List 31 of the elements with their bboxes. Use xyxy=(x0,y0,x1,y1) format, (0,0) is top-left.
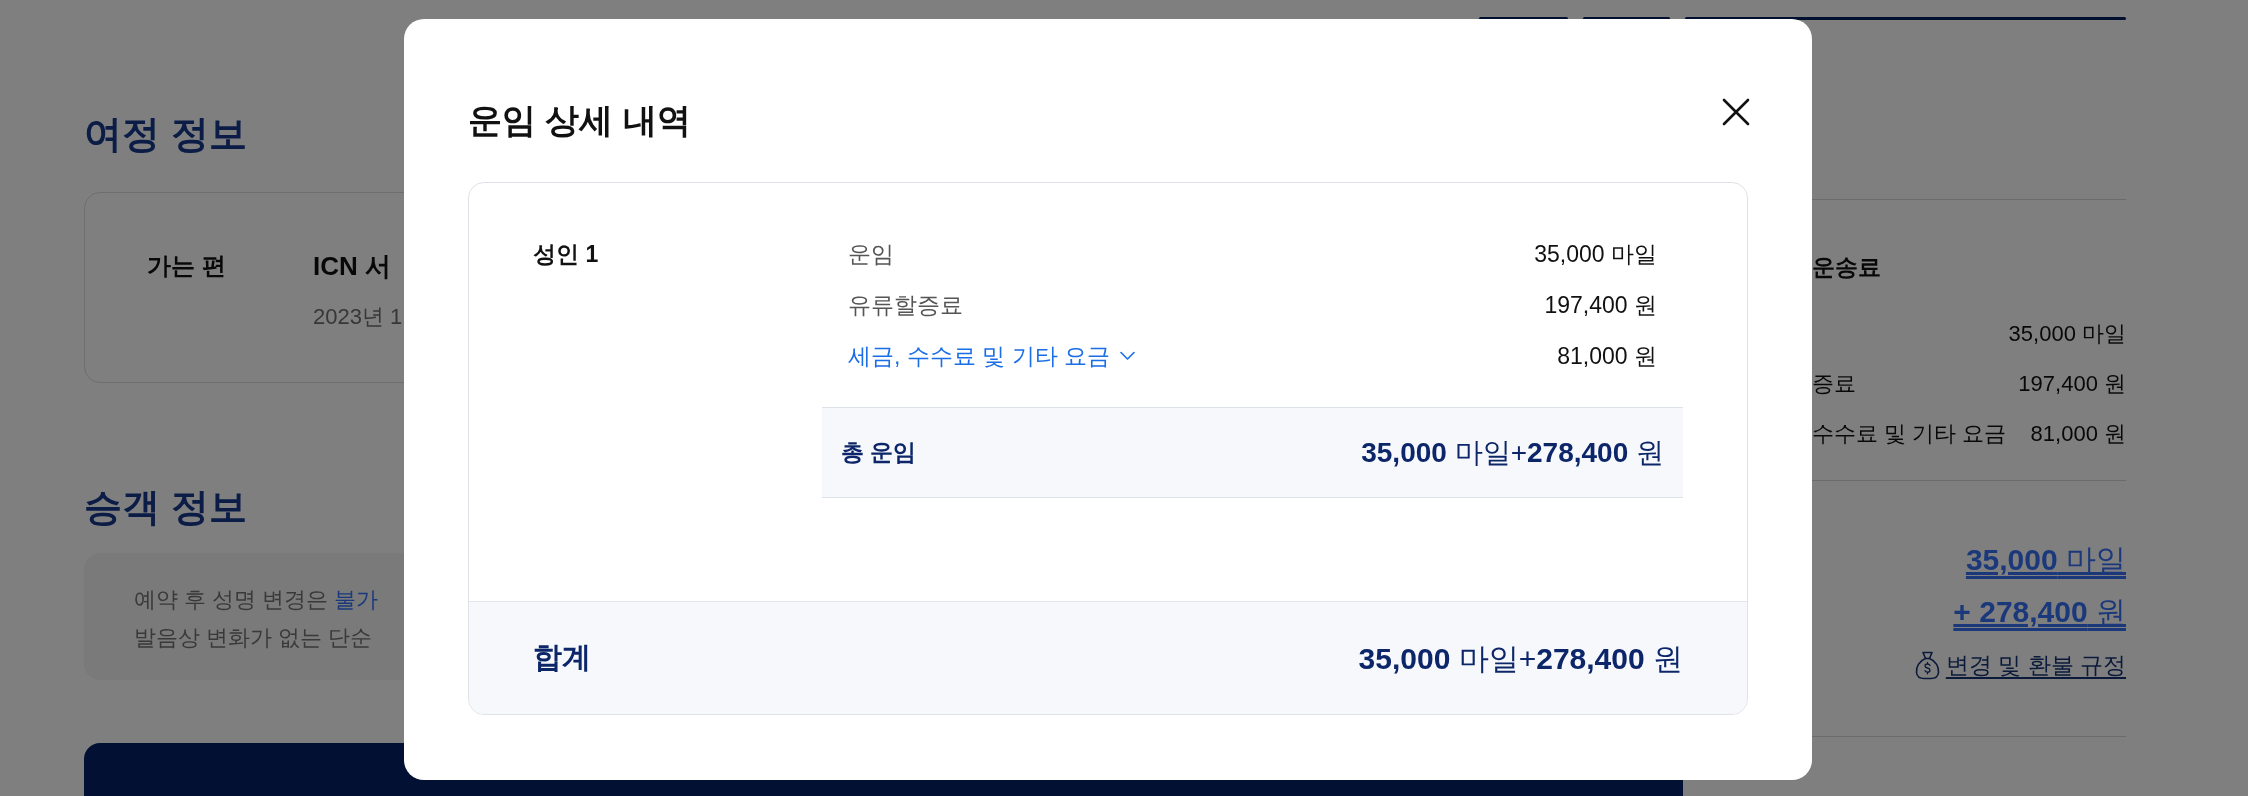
fee-label: 증료 xyxy=(1812,370,1856,398)
dialog-title: 운임 상세 내역 xyxy=(468,100,691,141)
total-amount: 35,000 마일+278,400 원 xyxy=(1358,640,1683,677)
fee-amount: 197,400 원 xyxy=(2018,370,2126,398)
notice-text: 예약 후 성명 변경은 불가 xyxy=(134,586,379,614)
route-text: ICN 서 xyxy=(313,250,391,283)
section-title: 여정 정보 xyxy=(84,112,247,157)
subtotal-label: 총 운임 xyxy=(841,438,917,468)
chevron-down-icon xyxy=(1119,351,1135,361)
summary-title: 운송료 xyxy=(1812,253,1881,282)
close-button[interactable] xyxy=(1722,98,1750,126)
flight-date: 2023년 1 xyxy=(313,303,403,331)
money-bag-icon xyxy=(1914,650,1940,680)
section-title: 승객 정보 xyxy=(84,485,247,530)
fare-item-label: 운임 xyxy=(848,240,894,269)
total-label: 합계 xyxy=(533,640,591,676)
fee-details-toggle[interactable]: 세금, 수수료 및 기타 요금 xyxy=(848,339,1135,373)
refund-policy-link[interactable]: 변경 및 환불 규정 xyxy=(1945,648,2126,682)
fee-label: 수수료 및 기타 요금 xyxy=(1812,420,2007,448)
close-icon xyxy=(1722,98,1750,126)
notice-text: 발음상 변화가 없는 단순 xyxy=(134,624,373,652)
fee-amount: 81,000 원 xyxy=(2030,420,2126,448)
passenger-type: 성인 1 xyxy=(533,241,599,267)
segment-label: 가는 편 xyxy=(147,252,226,279)
fare-item-amount: 197,400 원 xyxy=(1544,291,1657,320)
notice-link[interactable]: 불가 xyxy=(334,587,379,612)
fare-item-amount: 35,000 마일 xyxy=(1534,240,1657,269)
subtotal-amount: 35,000 마일+278,400 원 xyxy=(1361,435,1664,470)
fee-amount: 35,000 마일 xyxy=(2008,320,2126,348)
fare-item-label: 유류할증료 xyxy=(848,291,963,320)
fare-item-amount: 81,000 원 xyxy=(1557,342,1657,371)
